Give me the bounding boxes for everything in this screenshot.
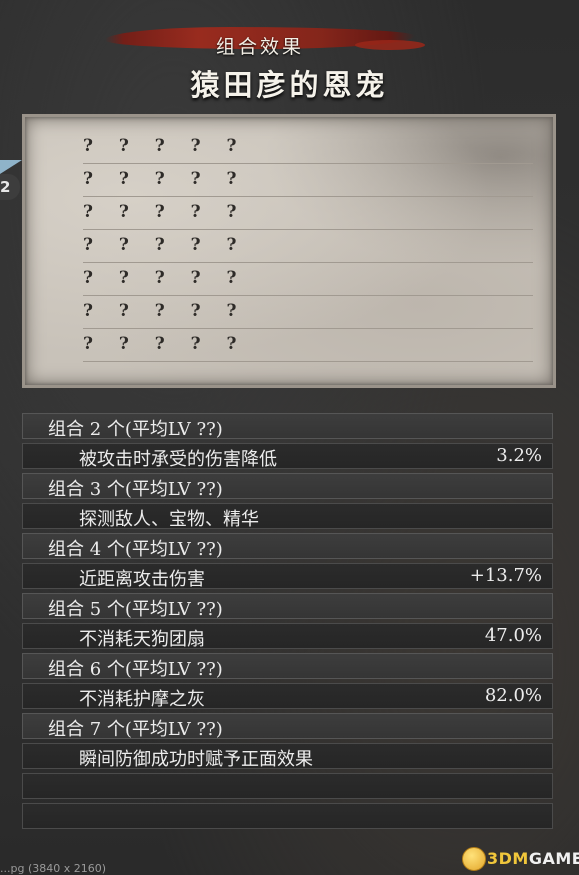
combo-header-label: 组合 5 个(平均LV ??) <box>48 599 223 620</box>
combo-header-label: 组合 2 个(平均LV ??) <box>48 419 223 440</box>
empty-row <box>22 803 553 829</box>
combo-header-row: 组合 3 个(平均LV ??) <box>22 473 553 500</box>
combo-effect-value: +13.7% <box>469 565 542 586</box>
combo-effect-label: 被攻击时承受的伤害降低 <box>79 449 277 470</box>
side-tab[interactable]: 2 <box>0 160 22 202</box>
combo-effects-list: 组合 2 个(平均LV ??) 被攻击时承受的伤害降低 3.2% 组合 3 个(平… <box>22 413 553 833</box>
combo-header-label: 组合 4 个(平均LV ??) <box>48 539 223 560</box>
header-band: 组合效果 <box>95 12 425 60</box>
combo-header-row: 组合 2 个(平均LV ??) <box>22 413 553 440</box>
filename-caption: ...pg (3840 x 2160) <box>0 862 107 875</box>
watermark-logo-icon <box>462 847 486 871</box>
combo-effect-label: 不消耗天狗团扇 <box>79 629 205 650</box>
slot-row: ? ? ? ? ? <box>83 295 533 329</box>
slot-row-text: ? ? ? ? ? <box>83 301 247 321</box>
combo-effect-row: 近距离攻击伤害 +13.7% <box>22 563 553 590</box>
page-title: 猿田彦的恩宠 <box>190 68 389 102</box>
combo-header-label: 组合 7 个(平均LV ??) <box>48 719 223 740</box>
combo-effect-row: 探测敌人、宝物、精华 <box>22 503 553 530</box>
slot-row-text: ? ? ? ? ? <box>83 202 247 222</box>
watermark-text: 3DMGAME <box>487 849 579 868</box>
slot-row: ? ? ? ? ? <box>83 196 533 230</box>
unknown-slots-panel: ? ? ? ? ? ? ? ? ? ? ? ? ? ? ? ? ? ? ? ? … <box>22 114 556 388</box>
tab-badge: 2 <box>0 174 20 200</box>
combo-header-label: 组合 3 个(平均LV ??) <box>48 479 223 500</box>
slot-row: ? ? ? ? ? <box>83 262 533 296</box>
combo-header-row: 组合 6 个(平均LV ??) <box>22 653 553 680</box>
slot-row-text: ? ? ? ? ? <box>83 235 247 255</box>
slot-row: ? ? ? ? ? <box>83 130 533 164</box>
slot-row-text: ? ? ? ? ? <box>83 169 247 189</box>
combo-header-row: 组合 7 个(平均LV ??) <box>22 713 553 740</box>
combo-effect-label: 探测敌人、宝物、精华 <box>79 509 259 530</box>
combo-effect-value: 47.0% <box>484 625 542 646</box>
combo-effect-label: 不消耗护摩之灰 <box>79 689 205 710</box>
combo-header-label: 组合 6 个(平均LV ??) <box>48 659 223 680</box>
combo-effect-row: 不消耗护摩之灰 82.0% <box>22 683 553 710</box>
slot-row-text: ? ? ? ? ? <box>83 268 247 288</box>
slot-row: ? ? ? ? ? <box>83 229 533 263</box>
slot-row: ? ? ? ? ? <box>83 328 533 362</box>
tab-arrow-icon <box>0 160 22 174</box>
combo-effect-value: 3.2% <box>496 445 542 466</box>
section-subtitle: 组合效果 <box>215 36 304 58</box>
combo-effect-label: 近距离攻击伤害 <box>79 569 205 590</box>
combo-effect-row: 被攻击时承受的伤害降低 3.2% <box>22 443 553 470</box>
empty-row <box>22 773 553 799</box>
slot-row: ? ? ? ? ? <box>83 163 533 197</box>
combo-effect-label: 瞬间防御成功时赋予正面效果 <box>79 749 313 770</box>
combo-header-row: 组合 5 个(平均LV ??) <box>22 593 553 620</box>
combo-header-row: 组合 4 个(平均LV ??) <box>22 533 553 560</box>
combo-effect-row: 不消耗天狗团扇 47.0% <box>22 623 553 650</box>
slot-row-text: ? ? ? ? ? <box>83 136 247 156</box>
combo-effect-value: 82.0% <box>484 685 542 706</box>
slot-row-text: ? ? ? ? ? <box>83 334 247 354</box>
combo-effect-row: 瞬间防御成功时赋予正面效果 <box>22 743 553 770</box>
